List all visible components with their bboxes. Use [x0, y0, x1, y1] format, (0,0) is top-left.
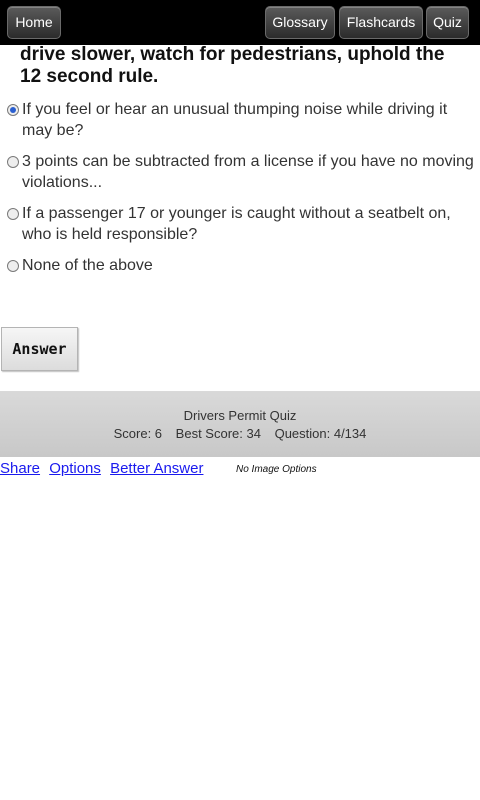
answer-option-1[interactable]: If you feel or hear an unusual thumping … [7, 99, 477, 141]
top-nav-bar: Home Glossary Flashcards Quiz [0, 0, 480, 45]
best-score: Best Score: 34 [175, 426, 261, 441]
glossary-button[interactable]: Glossary [265, 6, 335, 39]
score-bar: Drivers Permit Quiz Score: 6 Best Score:… [0, 391, 480, 457]
radio-button[interactable] [7, 156, 19, 168]
quiz-title: Drivers Permit Quiz [183, 408, 297, 423]
home-button[interactable]: Home [7, 6, 61, 39]
no-image-options-link[interactable]: No Image Options [236, 464, 317, 475]
options-link[interactable]: Options [49, 460, 101, 477]
radio-button[interactable] [7, 260, 19, 272]
answer-button[interactable]: Answer [1, 327, 78, 371]
share-link[interactable]: Share [0, 460, 40, 477]
answer-option-3[interactable]: If a passenger 17 or younger is caught w… [7, 203, 477, 245]
flashcards-button[interactable]: Flashcards [339, 6, 423, 39]
option-label: None of the above [22, 257, 153, 274]
option-label: If a passenger 17 or younger is caught w… [22, 205, 451, 243]
footer-links: Share Options Better Answer [0, 460, 208, 477]
question-text: drive slower, watch for pedestrians, uph… [20, 44, 445, 87]
answer-option-4[interactable]: None of the above [7, 255, 477, 276]
option-label: 3 points can be subtracted from a licens… [22, 153, 474, 191]
current-score: Score: 6 [113, 426, 163, 441]
quiz-button[interactable]: Quiz [426, 6, 469, 39]
radio-button[interactable] [7, 208, 19, 220]
score-stats: Score: 6 Best Score: 34 Question: 4/134 [0, 426, 480, 441]
answer-option-2[interactable]: 3 points can be subtracted from a licens… [7, 151, 477, 193]
better-answer-link[interactable]: Better Answer [110, 460, 203, 477]
radio-button-selected[interactable] [7, 104, 19, 116]
question-counter: Question: 4/134 [274, 426, 367, 441]
option-label: If you feel or hear an unusual thumping … [22, 101, 448, 139]
